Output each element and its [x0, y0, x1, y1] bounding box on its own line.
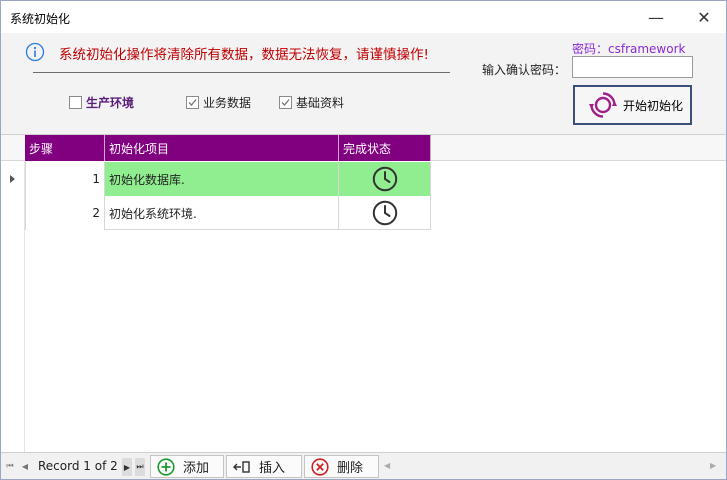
status-cell[interactable] [339, 162, 431, 196]
production-label: 生产环境 [86, 96, 135, 110]
checkbox-unchecked[interactable] [69, 96, 82, 109]
record-counter: Record 1 of 2 [38, 459, 118, 473]
insert-label: 插入 [259, 461, 286, 476]
horizontal-scrollbar[interactable]: ◀ ▶ [382, 458, 724, 475]
column-header-step[interactable]: 步骤 [25, 135, 105, 161]
prev-record-button[interactable]: ◀ [20, 460, 30, 472]
base-data-label: 基础资料 [296, 96, 345, 110]
step-cell[interactable]: 2 [25, 196, 105, 230]
close-button[interactable]: ✕ [689, 5, 719, 29]
refresh-ring-icon [589, 92, 617, 118]
add-button[interactable]: 添加 [150, 455, 224, 478]
status-cell[interactable] [339, 196, 431, 230]
separator-line [33, 72, 450, 73]
title-bar: 系统初始化 — ✕ [1, 1, 726, 33]
table-row[interactable]: 2 初始化系统环境. [25, 196, 431, 230]
delete-label: 删除 [337, 461, 364, 476]
last-record-button[interactable]: ⏭ [135, 458, 145, 476]
scroll-right-icon[interactable]: ▶ [710, 461, 716, 470]
business-data-checkbox[interactable]: 业务数据 [186, 94, 251, 111]
start-init-button[interactable]: 开始初始化 [573, 85, 692, 125]
minimize-button[interactable]: — [641, 5, 671, 29]
password-input[interactable] [572, 56, 693, 78]
item-cell[interactable]: 初始化数据库. [105, 162, 339, 196]
table-row[interactable]: 1 初始化数据库. [25, 162, 431, 196]
check-mark-icon [188, 99, 197, 106]
checkbox-checked[interactable] [186, 96, 199, 109]
options-panel: 系统初始化操作将清除所有数据，数据无法恢复，请谨慎操作! 生产环境 业务数据 基… [1, 33, 726, 134]
insert-button[interactable]: 插入 [226, 455, 302, 478]
warning-message: 系统初始化操作将清除所有数据，数据无法恢复，请谨慎操作! [59, 47, 429, 63]
check-mark-icon [281, 99, 290, 106]
info-icon [25, 42, 45, 62]
production-checkbox[interactable]: 生产环境 [69, 94, 134, 111]
grid-header: 步骤 初始化项目 完成状态 [1, 135, 726, 161]
init-steps-grid: 步骤 初始化项目 完成状态 1 初始化数据库. 2 初始化系统环境. [1, 134, 726, 453]
next-record-button[interactable]: ▶ [122, 458, 132, 476]
first-record-button[interactable]: ⏮ [5, 460, 15, 472]
scroll-left-icon[interactable]: ◀ [384, 461, 390, 470]
base-data-checkbox[interactable]: 基础资料 [279, 94, 344, 111]
column-header-status[interactable]: 完成状态 [339, 135, 431, 161]
delete-button[interactable]: 删除 [304, 455, 379, 478]
delete-circle-icon [311, 457, 329, 476]
item-cell[interactable]: 初始化系统环境. [105, 196, 339, 230]
checkbox-checked[interactable] [279, 96, 292, 109]
init-window: 系统初始化 — ✕ 系统初始化操作将清除所有数据，数据无法恢复，请谨慎操作! 生… [0, 0, 727, 480]
current-row-arrow-icon [10, 175, 15, 183]
business-data-label: 业务数据 [203, 96, 252, 110]
window-title: 系统初始化 [10, 12, 71, 26]
pending-clock-icon [372, 166, 397, 192]
step-cell[interactable]: 1 [25, 162, 105, 196]
password-label: 输入确认密码： [482, 63, 567, 77]
insert-row-icon [233, 460, 250, 473]
record-navigator: ⏮ ◀ Record 1 of 2 ▶ ⏭ 添加 插入 删除 ◀ ▶ [1, 452, 726, 479]
start-init-label: 开始初始化 [623, 98, 684, 113]
column-header-item[interactable]: 初始化项目 [105, 135, 339, 161]
password-hint: 密码：csframework [572, 42, 686, 56]
add-label: 添加 [183, 461, 210, 476]
plus-circle-icon [157, 457, 175, 476]
pending-clock-icon [372, 200, 397, 226]
